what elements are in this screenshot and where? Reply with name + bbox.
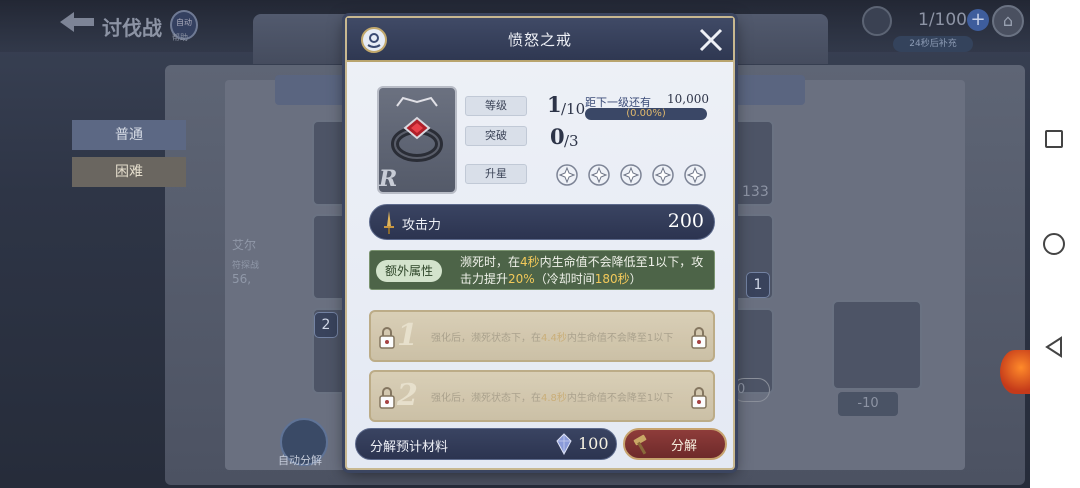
breakthrough-label: 突破	[465, 126, 527, 146]
page-title: 讨伐战	[102, 16, 162, 40]
star-label: 升星	[465, 164, 527, 184]
modal-header: 愤怒之戒	[347, 18, 733, 62]
hammer-icon	[633, 434, 647, 455]
materials-label: 分解预计材料	[370, 440, 449, 455]
tab-normal[interactable]: 普通	[72, 120, 186, 150]
refill-timer: 24秒后补充	[893, 36, 973, 52]
lock-icon	[691, 327, 707, 349]
decompose-materials-bar: 分解预计材料 100	[355, 428, 617, 460]
recent-apps-icon[interactable]	[1045, 130, 1063, 148]
star-icon	[652, 164, 674, 186]
modal-title: 愤怒之戒	[507, 31, 572, 49]
stamina-counter: 1/100	[918, 10, 967, 30]
card-count: 133	[742, 184, 769, 200]
breakthrough-current: 0	[550, 124, 565, 149]
sword-icon	[384, 211, 394, 234]
locked-tier-number: 2	[397, 378, 418, 413]
star-icon	[620, 164, 642, 186]
faint-text: 符探战	[232, 261, 260, 271]
decompose-button[interactable]: 分解	[623, 428, 727, 460]
card-count-badge: 1	[746, 272, 770, 298]
attack-stat-bar: 攻击力 200	[369, 204, 715, 240]
extra-attribute-tag: 额外属性	[376, 260, 442, 282]
quantity-field[interactable]: 0	[732, 378, 770, 402]
decompose-label: 分解	[671, 439, 698, 454]
crystal-icon	[556, 433, 572, 455]
materials-value: 100	[578, 434, 609, 453]
attack-label: 攻击力	[402, 218, 442, 233]
tab-hard[interactable]: 困难	[72, 157, 186, 187]
locked-upgrade-text: 强化后，濒死状态下，在4.4秒内生命值不会降至1以下	[431, 333, 674, 344]
star-icon	[588, 164, 610, 186]
locked-tier-number: 1	[397, 318, 418, 353]
stamina-icon	[862, 6, 892, 36]
home-icon[interactable]: ⌂	[992, 5, 1024, 37]
minus-value: -10	[838, 392, 898, 416]
rarity-letter: R	[379, 166, 398, 192]
locked-upgrade-text: 强化后，濒死状态下，在4.8秒内生命值不会降至1以下	[431, 393, 674, 404]
extra-attribute-text: 濒死时，在4秒内生命值不会降低至1以下，攻击力提升20%（冷却时间180秒）	[460, 255, 704, 286]
breakthrough-max: /3	[564, 132, 579, 150]
star-icon	[684, 164, 706, 186]
back-nav-icon[interactable]	[1044, 336, 1064, 358]
level-label: 等级	[465, 96, 527, 116]
help-label: 帮助	[172, 33, 188, 42]
auto-decompose-label: 自动分解	[278, 454, 322, 467]
card-count-badge: 2	[314, 312, 338, 338]
home-nav-icon[interactable]	[1043, 233, 1065, 255]
back-arrow-icon[interactable]	[58, 10, 98, 40]
pet-icon[interactable]	[1000, 350, 1030, 394]
lock-icon	[691, 387, 707, 409]
level-max: /10	[561, 100, 586, 118]
equipment-detail-modal: 愤怒之戒 R 等级 1 /10 距下一级还有 10,000 (0.00%) 突破…	[345, 16, 735, 470]
extra-attribute-box: 额外属性 濒死时，在4秒内生命值不会降低至1以下，攻击力提升20%（冷却时间18…	[369, 250, 715, 290]
lock-icon	[379, 387, 395, 409]
faint-text: 艾尔	[232, 238, 257, 252]
lock-icon	[379, 327, 395, 349]
faint-text: 56,	[232, 272, 252, 286]
exp-percent: (0.00%)	[626, 108, 666, 119]
attack-value: 200	[667, 210, 704, 232]
level-current: 1	[547, 92, 562, 117]
close-icon[interactable]	[697, 26, 725, 54]
next-level-value: 10,000	[667, 92, 709, 106]
boss-card[interactable]	[832, 300, 922, 390]
add-stamina-button[interactable]: +	[967, 9, 989, 31]
locked-upgrade-row: 2 强化后，濒死状态下，在4.8秒内生命值不会降至1以下	[369, 370, 715, 422]
locked-upgrade-row: 1 强化后，濒死状态下，在4.4秒内生命值不会降至1以下	[369, 310, 715, 362]
star-icon	[556, 164, 578, 186]
